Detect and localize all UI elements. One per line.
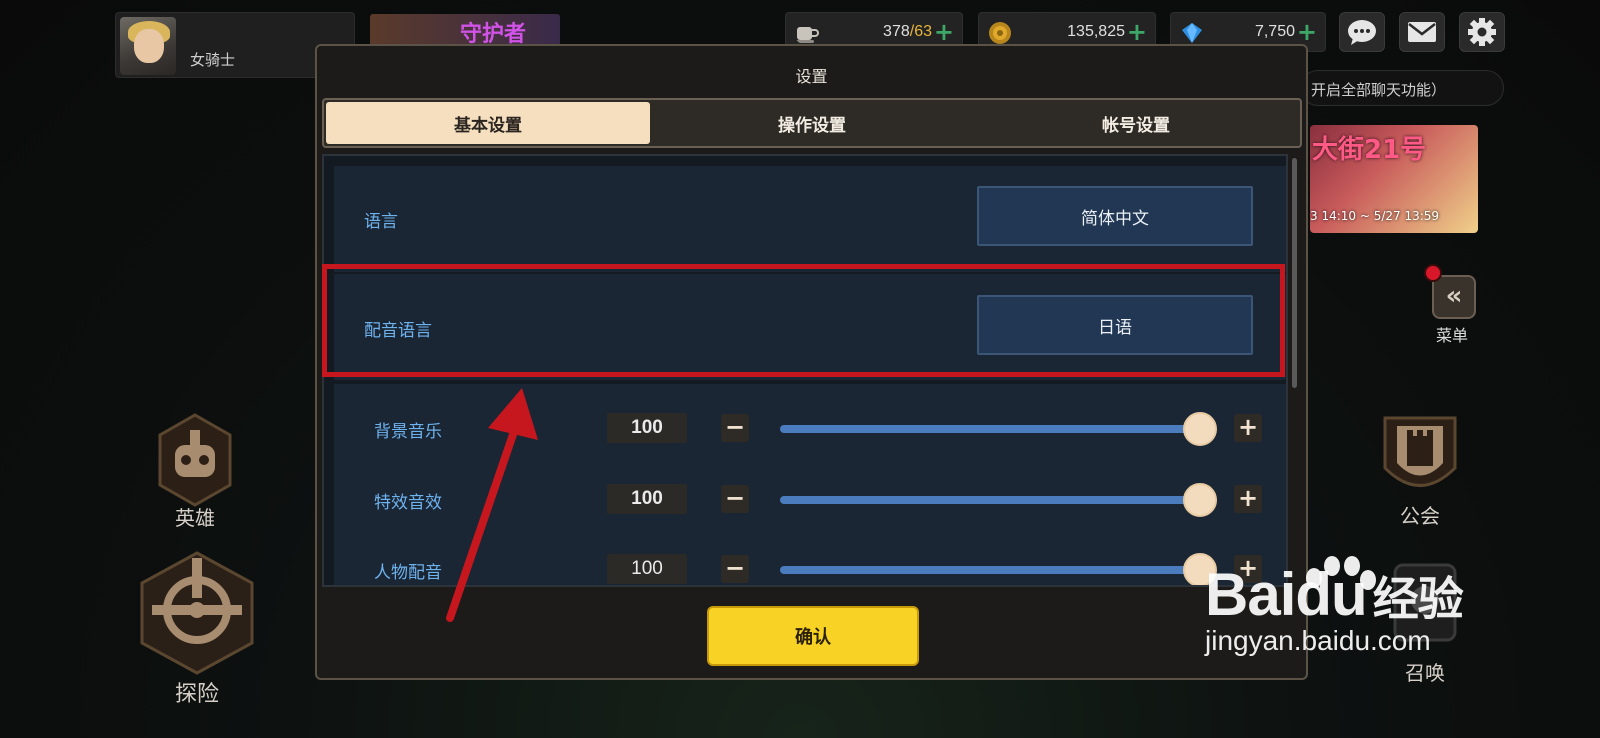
baidu-watermark: Baidu 经验 jingyan.baidu.com bbox=[1205, 556, 1464, 657]
add-gold-button[interactable]: + bbox=[1127, 18, 1147, 46]
avatar bbox=[120, 17, 176, 75]
volume-row-sfx: 特效音效 100 − + bbox=[334, 480, 1286, 520]
add-gems-button[interactable]: + bbox=[1297, 18, 1317, 46]
sfx-value: 100 bbox=[607, 484, 687, 514]
coffee-cup-icon bbox=[795, 27, 819, 43]
tab-account-settings[interactable]: 帐号设置 bbox=[974, 102, 1298, 144]
voice-volume-label: 人物配音 bbox=[374, 563, 442, 583]
guild-label: 公会 bbox=[1400, 504, 1440, 528]
language-select-button[interactable]: 简体中文 bbox=[977, 186, 1253, 246]
dialog-title: 设置 bbox=[795, 67, 828, 86]
gem-icon bbox=[1182, 23, 1202, 43]
explore-label: 探险 bbox=[174, 682, 219, 707]
menu-button[interactable]: « bbox=[1432, 275, 1476, 319]
mail-button[interactable] bbox=[1399, 12, 1445, 52]
gear-icon bbox=[1468, 18, 1496, 46]
settings-content: 语言 简体中文 配音语言 日语 背景音乐 100 − + 特效音效 100 − bbox=[322, 154, 1288, 587]
voice-language-label: 配音语言 bbox=[364, 321, 432, 341]
double-chevron-left-icon: « bbox=[1445, 281, 1463, 311]
voice-language-select-button[interactable]: 日语 bbox=[977, 295, 1253, 355]
add-stamina-button[interactable]: + bbox=[934, 18, 954, 46]
bgm-slider-track[interactable] bbox=[780, 412, 1217, 446]
language-label: 语言 bbox=[364, 212, 398, 232]
confirm-button[interactable]: 确认 bbox=[707, 606, 919, 666]
guild-button[interactable]: 公会 bbox=[1375, 408, 1465, 529]
explore-compass-icon bbox=[140, 551, 254, 675]
bgm-slider-knob[interactable] bbox=[1183, 412, 1217, 446]
volume-row-bgm: 背景音乐 100 − + bbox=[334, 409, 1286, 449]
sfx-slider-knob[interactable] bbox=[1183, 483, 1217, 517]
bgm-minus-button[interactable]: − bbox=[721, 414, 749, 442]
gems-value: 7,750 bbox=[1254, 23, 1295, 40]
gold-value: 135,825 bbox=[1067, 23, 1125, 40]
chat-tip[interactable]: 开启全部聊天功能） bbox=[1300, 70, 1504, 106]
tab-control-settings[interactable]: 操作设置 bbox=[650, 102, 974, 144]
event-banner-right-title: 大街21号 bbox=[1312, 135, 1427, 165]
settings-dialog: 设置 基本设置 操作设置 帐号设置 语言 简体中文 配音语言 日语 背景音乐 1… bbox=[315, 44, 1308, 680]
sfx-label: 特效音效 bbox=[374, 493, 442, 513]
summon-label: 召唤 bbox=[1405, 661, 1445, 685]
bgm-label: 背景音乐 bbox=[374, 422, 442, 442]
guild-castle-icon bbox=[1383, 416, 1457, 487]
watermark-logo-latin: Bai bbox=[1205, 561, 1296, 628]
stamina-value: 378 bbox=[883, 23, 910, 40]
sfx-minus-button[interactable]: − bbox=[721, 485, 749, 513]
stamina-sub: /63 bbox=[909, 23, 932, 40]
player-name: 女骑士 bbox=[190, 51, 236, 69]
bgm-value: 100 bbox=[607, 413, 687, 443]
watermark-logo-cn: 经验 bbox=[1372, 573, 1464, 625]
chat-bubble-icon bbox=[1348, 20, 1376, 45]
volume-row-voice: 人物配音 100 − + bbox=[334, 550, 1286, 585]
settings-button[interactable] bbox=[1459, 12, 1505, 52]
sfx-slider-track[interactable] bbox=[780, 483, 1217, 517]
settings-scrollbar[interactable] bbox=[1292, 158, 1297, 388]
language-row: 语言 简体中文 bbox=[334, 166, 1286, 272]
volume-panel: 背景音乐 100 − + 特效音效 100 − + 人物配音 100 − + bbox=[334, 384, 1286, 585]
hero-robot-icon bbox=[158, 413, 232, 507]
mail-icon bbox=[1408, 22, 1436, 42]
explore-button[interactable]: 探险 bbox=[132, 548, 262, 708]
tab-basic-settings[interactable]: 基本设置 bbox=[326, 102, 650, 144]
event-banner-right[interactable]: 大街21号 3 14:10 ~ 5/27 13:59 bbox=[1310, 125, 1478, 233]
voice-slider-track[interactable] bbox=[780, 553, 1217, 585]
settings-tabs: 基本设置 操作设置 帐号设置 bbox=[322, 98, 1302, 148]
bgm-plus-button[interactable]: + bbox=[1234, 414, 1262, 442]
voice-language-row: 配音语言 日语 bbox=[334, 274, 1286, 380]
hero-button[interactable]: 英雄 bbox=[150, 410, 240, 531]
menu-label: 菜单 bbox=[1436, 326, 1469, 345]
voice-volume-value: 100 bbox=[607, 554, 687, 584]
notification-dot bbox=[1424, 264, 1442, 282]
paw-logo-icon bbox=[1306, 556, 1376, 590]
gold-coin-icon bbox=[989, 22, 1011, 44]
watermark-url: jingyan.baidu.com bbox=[1205, 625, 1431, 656]
hero-label: 英雄 bbox=[175, 506, 215, 530]
voice-minus-button[interactable]: − bbox=[721, 555, 749, 583]
event-banner-right-dates: 3 14:10 ~ 5/27 13:59 bbox=[1310, 209, 1440, 223]
sfx-plus-button[interactable]: + bbox=[1234, 485, 1262, 513]
event-banner-top[interactable]: 守护者 bbox=[370, 14, 560, 48]
chat-button[interactable] bbox=[1339, 12, 1385, 52]
